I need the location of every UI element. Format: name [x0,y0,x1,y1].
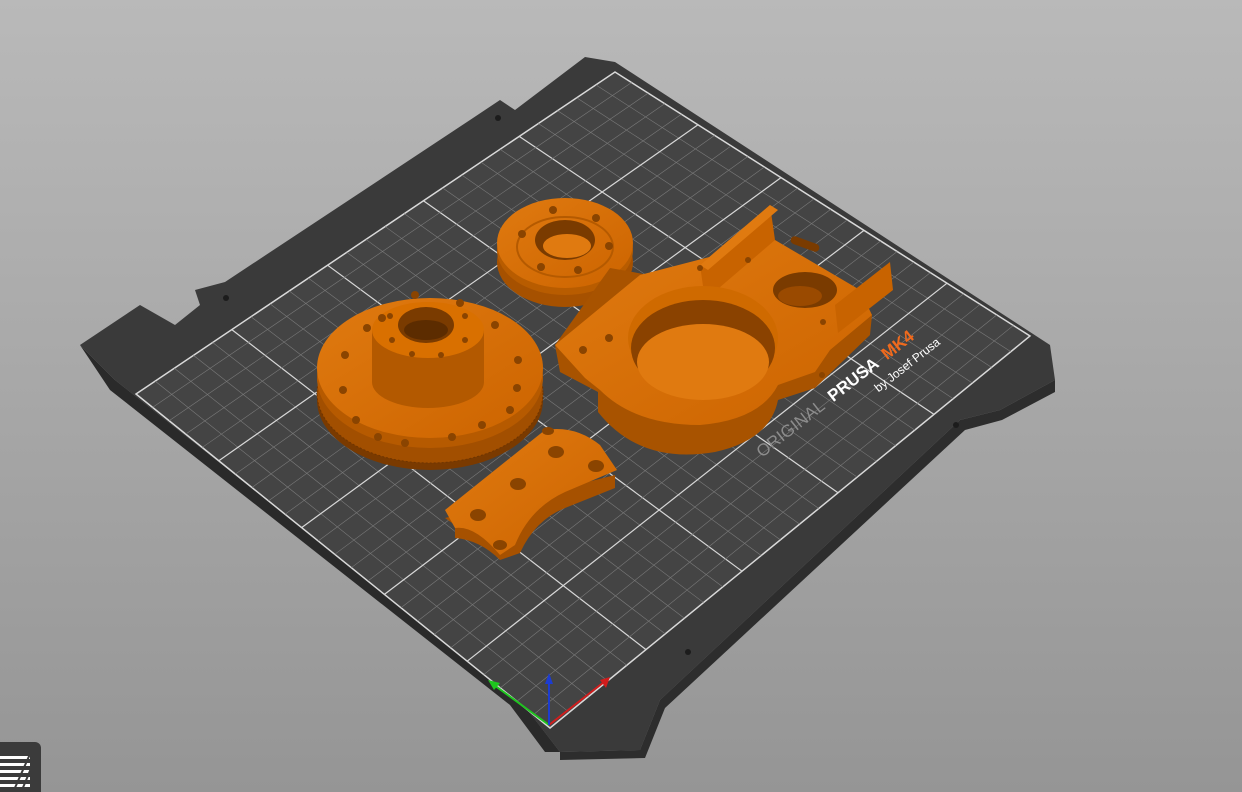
print-bed [80,57,1055,760]
bed-hole [495,115,501,121]
scene-canvas[interactable]: ORIGINAL PRUSA MK4 by Josef Prusa [0,0,1242,792]
bed-hole [223,295,229,301]
layers-button[interactable] [0,742,41,792]
bed-hole [685,649,691,655]
layers-icon [0,753,33,791]
bed-hole [953,422,959,428]
3d-viewport[interactable]: ORIGINAL PRUSA MK4 by Josef Prusa [0,0,1242,792]
